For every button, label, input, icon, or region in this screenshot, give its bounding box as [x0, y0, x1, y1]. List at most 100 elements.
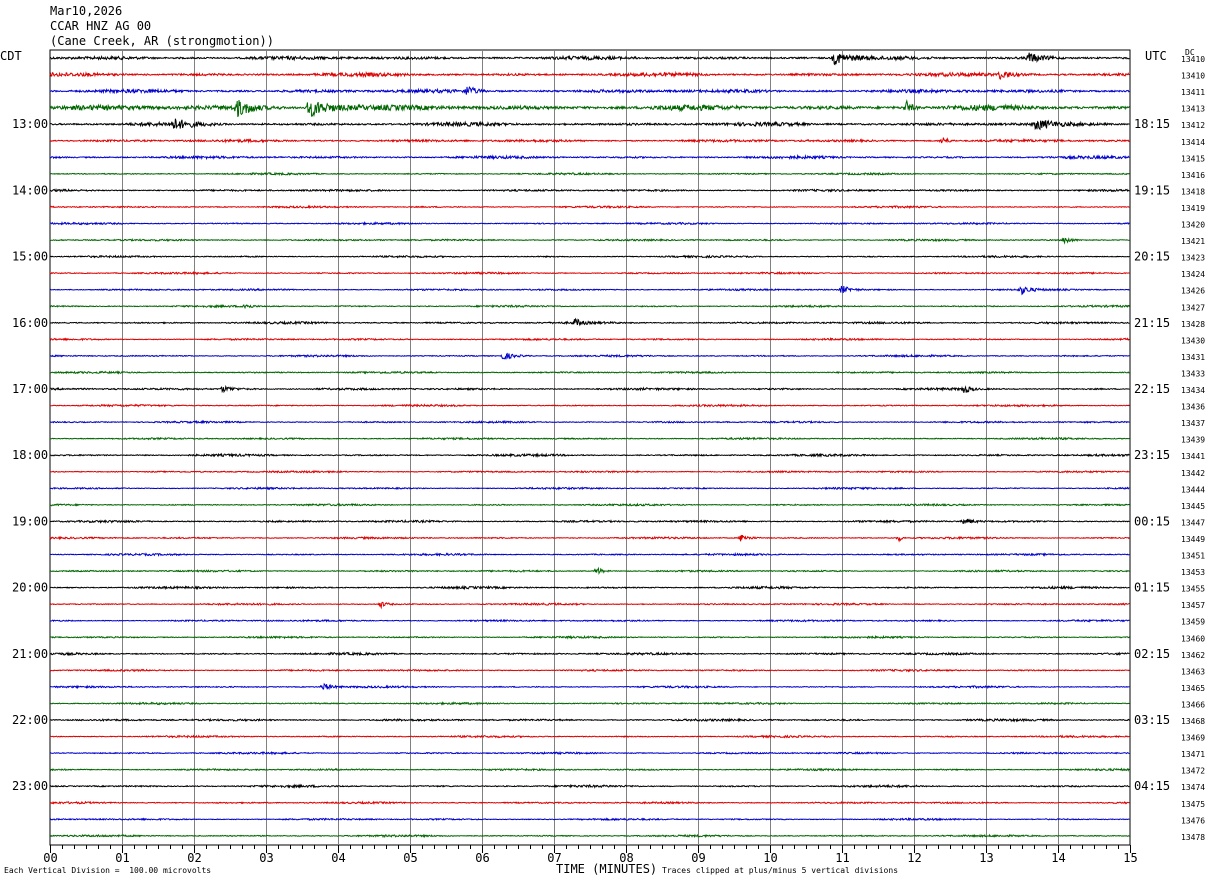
seismic-trace — [49, 502, 1130, 508]
dc-offset-label: 13451 — [1181, 552, 1205, 561]
minute-grid — [49, 49, 1131, 853]
left-hour-label: 23:00 — [12, 779, 48, 793]
seismic-trace — [49, 534, 1130, 543]
left-hour-label: 21:00 — [12, 647, 48, 661]
seismic-trace — [49, 518, 1130, 525]
x-tick-label: 11 — [835, 851, 849, 865]
dc-offset-label: 13459 — [1181, 618, 1205, 627]
dc-offset-label: 13463 — [1181, 667, 1205, 676]
right-hour-label: 18:15 — [1134, 117, 1170, 131]
seismic-trace — [49, 237, 1130, 245]
x-tick-label: 12 — [907, 851, 921, 865]
dc-offset-label: 13445 — [1181, 502, 1205, 511]
dc-offset-label: 13431 — [1181, 353, 1205, 362]
dc-offset-label: 13449 — [1181, 535, 1205, 544]
seismic-trace — [49, 254, 1130, 259]
dc-offset-label: 13421 — [1181, 237, 1205, 246]
x-tick-label: 03 — [259, 851, 273, 865]
seismic-trace — [49, 668, 1130, 673]
seismic-trace — [49, 634, 1130, 640]
seismic-trace — [50, 717, 1130, 723]
dc-offset-label: 13413 — [1181, 105, 1205, 114]
right-hour-label: 00:15 — [1134, 514, 1170, 528]
seismic-trace — [49, 317, 1130, 327]
dc-offset-label: 13436 — [1181, 403, 1205, 412]
seismic-trace — [49, 137, 1130, 144]
dc-offset-label: 13430 — [1181, 336, 1205, 345]
seismic-trace — [49, 370, 1130, 375]
seismic-trace — [49, 171, 1130, 176]
seismic-trace — [50, 221, 1130, 226]
seismic-trace — [49, 552, 1130, 557]
seismic-trace — [49, 469, 1130, 474]
x-tick-label: 01 — [115, 851, 129, 865]
left-hour-label: 13:00 — [12, 117, 48, 131]
seismic-trace — [49, 566, 1130, 575]
right-hour-label: 19:15 — [1134, 183, 1170, 197]
time-labels: 00 01 02 03 04 05 06 07 08 09 10 11 12 13 14 1513410134… — [12, 55, 1205, 865]
dc-offset-label: 13455 — [1181, 585, 1205, 594]
dc-offset-label: 13427 — [1181, 303, 1205, 312]
seismic-trace — [49, 833, 1130, 839]
dc-offset-label: 13465 — [1181, 684, 1205, 693]
seismic-trace — [49, 767, 1130, 772]
dc-offset-label: 13476 — [1181, 816, 1205, 825]
left-hour-label: 15:00 — [12, 250, 48, 264]
x-tick-label: 04 — [331, 851, 345, 865]
dc-offset-label: 13412 — [1181, 121, 1205, 130]
dc-offset-label: 13415 — [1181, 154, 1205, 163]
dc-offset-label: 13418 — [1181, 187, 1205, 196]
seismic-trace — [49, 419, 1130, 425]
right-hour-label: 22:15 — [1134, 382, 1170, 396]
left-hour-label: 16:00 — [12, 316, 48, 330]
dc-offset-label: 13444 — [1181, 485, 1205, 494]
dc-offset-label: 13441 — [1181, 452, 1205, 461]
left-hour-label: 20:00 — [12, 581, 48, 595]
seismic-trace — [49, 783, 1130, 789]
seismic-trace — [49, 153, 1130, 161]
seismic-trace — [49, 403, 1130, 408]
seismic-trace — [49, 303, 1130, 310]
right-hour-label: 04:15 — [1134, 779, 1170, 793]
seismic-trace — [49, 618, 1130, 623]
x-tick-label: 06 — [475, 851, 489, 865]
dc-offset-label: 13439 — [1181, 436, 1205, 445]
seismic-trace — [49, 734, 1130, 739]
dc-offset-label: 13410 — [1181, 55, 1205, 64]
left-hour-label: 19:00 — [12, 514, 48, 528]
dc-offset-label: 13414 — [1181, 138, 1205, 147]
seismic-trace — [49, 436, 1130, 441]
dc-offset-label: 13462 — [1181, 651, 1205, 660]
seismic-trace — [49, 52, 1130, 66]
dc-offset-label: 13474 — [1181, 783, 1205, 792]
seismic-trace — [49, 817, 1130, 822]
seismic-trace — [49, 750, 1130, 756]
trace-lines — [49, 52, 1130, 839]
dc-offset-label: 13423 — [1181, 254, 1205, 263]
x-tick-label: 02 — [187, 851, 201, 865]
dc-offset-label: 13475 — [1181, 800, 1205, 809]
dc-offset-label: 13453 — [1181, 568, 1205, 577]
seismic-trace — [49, 86, 1130, 95]
dc-offset-label: 13419 — [1181, 204, 1205, 213]
seismic-trace — [49, 70, 1130, 80]
seismic-trace — [49, 285, 1130, 296]
seismic-trace — [49, 99, 1130, 118]
dc-offset-label: 13428 — [1181, 320, 1205, 329]
x-tick-label: 10 — [763, 851, 777, 865]
seismic-trace — [49, 187, 1130, 193]
dc-offset-label: 13416 — [1181, 171, 1205, 180]
seismic-trace — [49, 384, 1130, 394]
clip-note: Traces clipped at plus/minus 5 vertical … — [662, 866, 899, 875]
seismic-trace — [49, 800, 1130, 805]
dc-offset-label: 13468 — [1181, 717, 1205, 726]
seismic-trace — [49, 204, 1130, 210]
left-hour-label: 18:00 — [12, 448, 48, 462]
seismic-trace — [49, 701, 1130, 706]
dc-offset-label: 13471 — [1181, 750, 1205, 759]
dc-offset-label: 13457 — [1181, 601, 1205, 610]
seismic-trace — [49, 352, 1130, 360]
right-hour-label: 23:15 — [1134, 448, 1170, 462]
dc-offset-label: 13442 — [1181, 469, 1205, 478]
dc-offset-label: 13447 — [1181, 518, 1205, 527]
